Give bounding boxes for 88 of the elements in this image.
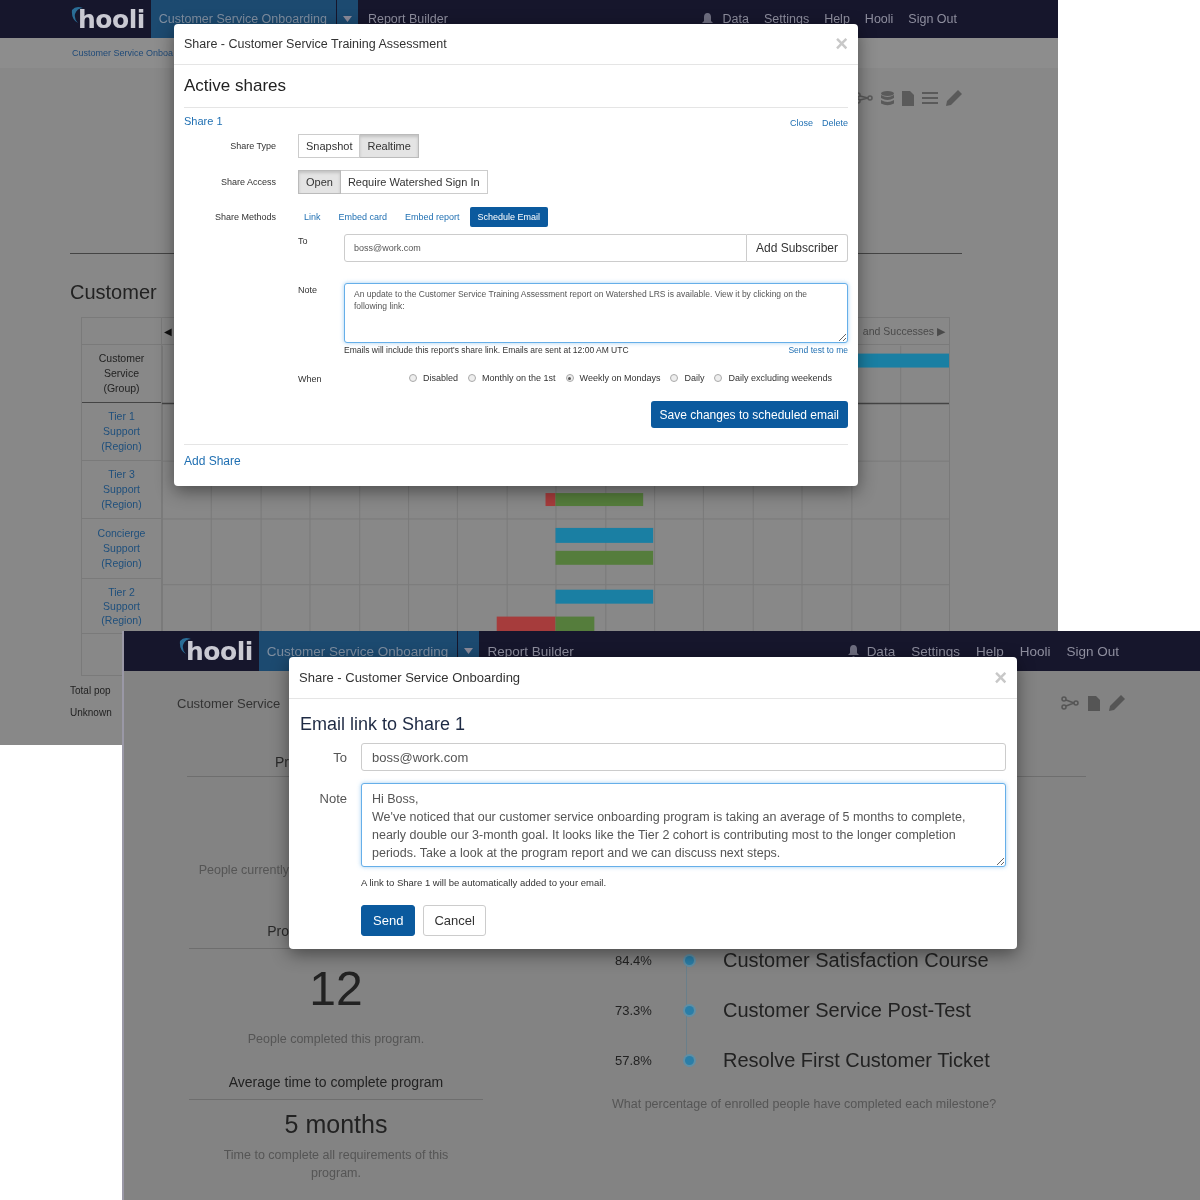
milestone-dot xyxy=(684,955,694,965)
section-title: Pro xyxy=(266,922,289,940)
method-tab[interactable]: Link xyxy=(296,207,329,227)
logo[interactable]: hooli xyxy=(78,4,145,34)
milestone-percent: 73.3% xyxy=(614,1002,653,1018)
dialog-title: Share - Customer Service Onboarding xyxy=(299,670,521,685)
share-link[interactable]: Share 1 xyxy=(184,115,223,127)
logo[interactable]: hooli xyxy=(186,636,253,666)
nav-link[interactable]: Settings xyxy=(763,12,810,26)
segment-button[interactable]: Realtime xyxy=(360,134,419,158)
nav-link[interactable]: Help xyxy=(824,12,850,26)
caret-icon[interactable] xyxy=(342,16,352,22)
nav-link[interactable]: Report Builder xyxy=(367,12,448,26)
send-test-link[interactable]: Send test to me xyxy=(788,344,848,356)
radio-button[interactable] xyxy=(565,374,574,382)
column-heading: Customer Service (Group) xyxy=(82,345,161,403)
segment-button[interactable]: Open xyxy=(298,170,341,194)
radio-label: Monthly on the 1st xyxy=(482,373,556,383)
nav-link[interactable]: Sign Out xyxy=(908,12,957,26)
section-title: Average time to complete program xyxy=(227,1073,445,1091)
note-field[interactable]: Hi Boss, We've noticed that our customer service onboarding program is taking an average of 5 months to complete, nearly double our 3-month goal. It looks like the Tier 2 cohort is contributing most to the longer completion periods. Take a look at the program report and we can discuss next steps. xyxy=(361,783,1006,867)
summary-label: Unknown xyxy=(70,706,113,720)
radio-label: Daily xyxy=(684,373,705,383)
nav-link[interactable]: Hooli xyxy=(1019,643,1051,659)
action-link[interactable]: Close xyxy=(789,118,813,128)
field-label: Share Type xyxy=(229,141,276,151)
field-label: When xyxy=(298,373,323,384)
field-label: Note xyxy=(298,284,318,295)
pencil-icon[interactable] xyxy=(946,90,962,106)
hint-text: Emails will include this report's share link. Emails are sent at 12:00 AM UTC xyxy=(344,344,629,356)
dialog-heading: Email link to Share 1 xyxy=(300,713,467,736)
email-field[interactable]: boss@work.com xyxy=(361,743,1006,771)
radio-label: Weekly on Mondays xyxy=(579,373,661,383)
dialog-heading: Active shares xyxy=(184,65,848,108)
file-icon[interactable] xyxy=(1088,695,1100,711)
file-icon[interactable] xyxy=(902,90,914,106)
action-link[interactable]: Delete xyxy=(822,118,848,128)
method-tab[interactable]: Schedule Email xyxy=(469,207,549,227)
note-field[interactable]: An update to the Customer Service Training Assessment report on Watershed LRS is available. View it by clicking on the following link: xyxy=(344,283,848,343)
field-label: To xyxy=(298,235,309,246)
nav-link[interactable]: Help xyxy=(975,643,1004,659)
radio-label: Daily excluding weekends xyxy=(728,373,832,383)
milestone-name: Customer Service Post-Test xyxy=(723,998,971,1022)
radio-button[interactable] xyxy=(714,374,723,382)
radio-button[interactable] xyxy=(468,374,476,382)
field-label: Share Methods xyxy=(213,212,276,222)
nav-link[interactable]: Data xyxy=(722,12,749,26)
method-tab[interactable]: Embed card xyxy=(330,207,396,227)
section-title: Pr xyxy=(274,753,289,772)
nav-link[interactable]: Data xyxy=(866,643,896,659)
milestone-dot xyxy=(684,1055,694,1065)
milestone-name: Resolve First Customer Ticket xyxy=(723,1048,990,1072)
radio-button[interactable] xyxy=(408,374,417,382)
milestone-dot xyxy=(684,1005,694,1015)
stat-value: 12 xyxy=(308,963,364,1015)
caret-icon[interactable] xyxy=(464,648,474,654)
field-label: Share Access xyxy=(219,177,276,187)
section-heading: Customer xyxy=(70,280,157,304)
send-button[interactable]: Send xyxy=(361,905,416,936)
radio-button[interactable] xyxy=(670,374,679,382)
field-label: Note xyxy=(318,790,347,806)
add-subscriber-button[interactable]: Add Subscriber xyxy=(746,234,848,262)
add-share-link[interactable]: Add Share xyxy=(184,454,241,468)
radio-label: Disabled xyxy=(422,373,458,383)
hint-text: A link to Share 1 will be automatically added to your email. xyxy=(361,877,608,888)
segment-button[interactable]: Require Watershed Sign In xyxy=(340,170,488,194)
field-label: To xyxy=(332,749,347,765)
page-title: Customer Service xyxy=(177,695,281,711)
milestone-percent: 57.8% xyxy=(614,1052,653,1068)
cancel-button[interactable]: Cancel xyxy=(423,905,486,936)
nav-link[interactable]: Settings xyxy=(911,643,960,659)
bell-icon[interactable] xyxy=(701,13,713,25)
dialog-title: Share - Customer Service Training Assessment xyxy=(184,37,447,51)
nav-link[interactable]: Report Builder xyxy=(487,643,574,659)
nav-link[interactable]: Sign Out xyxy=(1066,643,1119,659)
segment-button[interactable]: Snapshot xyxy=(298,134,361,158)
summary-label: Total pop xyxy=(70,684,112,698)
method-tab[interactable]: Embed report xyxy=(397,207,468,227)
stat-value: 5 months xyxy=(283,1109,389,1139)
database-icon[interactable] xyxy=(881,90,894,106)
milestone-name: Customer Satisfaction Course xyxy=(723,948,989,972)
pencil-icon[interactable] xyxy=(1109,695,1125,711)
email-field[interactable]: boss@work.com xyxy=(344,234,747,262)
nav-link[interactable]: Hooli xyxy=(864,12,894,26)
previous-arrow[interactable]: ◀ xyxy=(164,325,172,337)
list-icon[interactable] xyxy=(922,92,938,104)
save-button[interactable]: Save changes to scheduled email xyxy=(650,401,848,428)
milestone-percent: 84.4% xyxy=(614,952,653,968)
